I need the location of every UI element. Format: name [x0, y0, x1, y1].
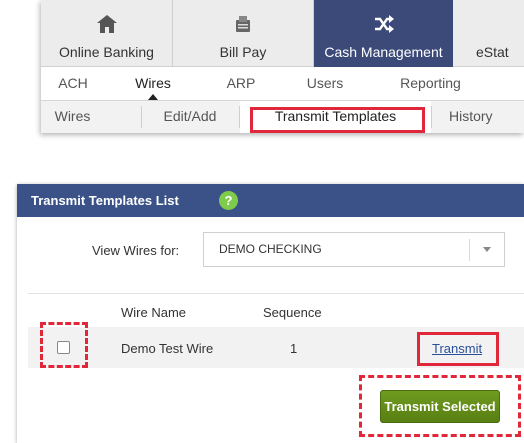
highlight-transmit-selected: [359, 375, 521, 437]
home-icon: [41, 14, 172, 36]
wire-name-cell: Demo Test Wire: [121, 341, 214, 356]
navigation-panel: Online Banking Bill Pay Cash Management …: [41, 0, 524, 133]
highlight-transmit-templates: [250, 107, 425, 133]
tab-bill-pay-label: Bill Pay: [219, 44, 267, 60]
subtab-arp[interactable]: ARP: [201, 67, 281, 101]
subtab-ach[interactable]: ACH: [41, 67, 105, 101]
subtab-wires[interactable]: Wires: [105, 67, 201, 101]
account-select[interactable]: DEMO CHECKING: [203, 232, 505, 267]
account-select-value: DEMO CHECKING: [219, 242, 322, 256]
main-tab-bar: Online Banking Bill Pay Cash Management …: [41, 0, 524, 67]
highlight-checkbox: [40, 322, 88, 368]
tab-bill-pay[interactable]: Bill Pay: [173, 0, 314, 67]
tab-cash-management-label: Cash Management: [324, 44, 443, 60]
tab-estatements[interactable]: eStat: [453, 0, 524, 67]
subtab-reporting[interactable]: Reporting: [369, 67, 492, 101]
tab-estatements-label: eStat: [476, 44, 509, 60]
select-divider: [469, 239, 470, 261]
column-header-sequence: Sequence: [263, 305, 322, 320]
tab-edit-add[interactable]: Edit/Add: [141, 101, 239, 133]
panel-header: Transmit Templates List ?: [17, 184, 524, 217]
bill-icon: [173, 14, 313, 36]
tab-history[interactable]: History: [449, 101, 524, 133]
column-header-wire-name: Wire Name: [121, 305, 187, 320]
sub-tab-bar: ACH Wires ARP Users Reporting: [41, 67, 524, 101]
section-divider: [28, 293, 524, 294]
highlight-transmit-link: [417, 332, 499, 366]
subtab-wires-label: Wires: [135, 75, 171, 91]
chevron-down-icon: [483, 247, 491, 252]
subtab-users[interactable]: Users: [281, 67, 369, 101]
help-icon[interactable]: ?: [219, 191, 238, 210]
tab-divider: [431, 106, 432, 128]
view-wires-label: View Wires for:: [92, 243, 180, 258]
tab-cash-management[interactable]: Cash Management: [314, 0, 453, 67]
active-caret-icon: [148, 94, 158, 100]
transmit-templates-panel: Transmit Templates List ? View Wires for…: [17, 184, 524, 443]
shuffle-icon: [314, 14, 453, 36]
panel-title: Transmit Templates List: [31, 193, 179, 208]
tab-online-banking[interactable]: Online Banking: [41, 0, 173, 67]
tab-wires[interactable]: Wires: [41, 101, 104, 133]
sequence-cell: 1: [290, 341, 298, 356]
tab-online-banking-label: Online Banking: [59, 44, 154, 60]
